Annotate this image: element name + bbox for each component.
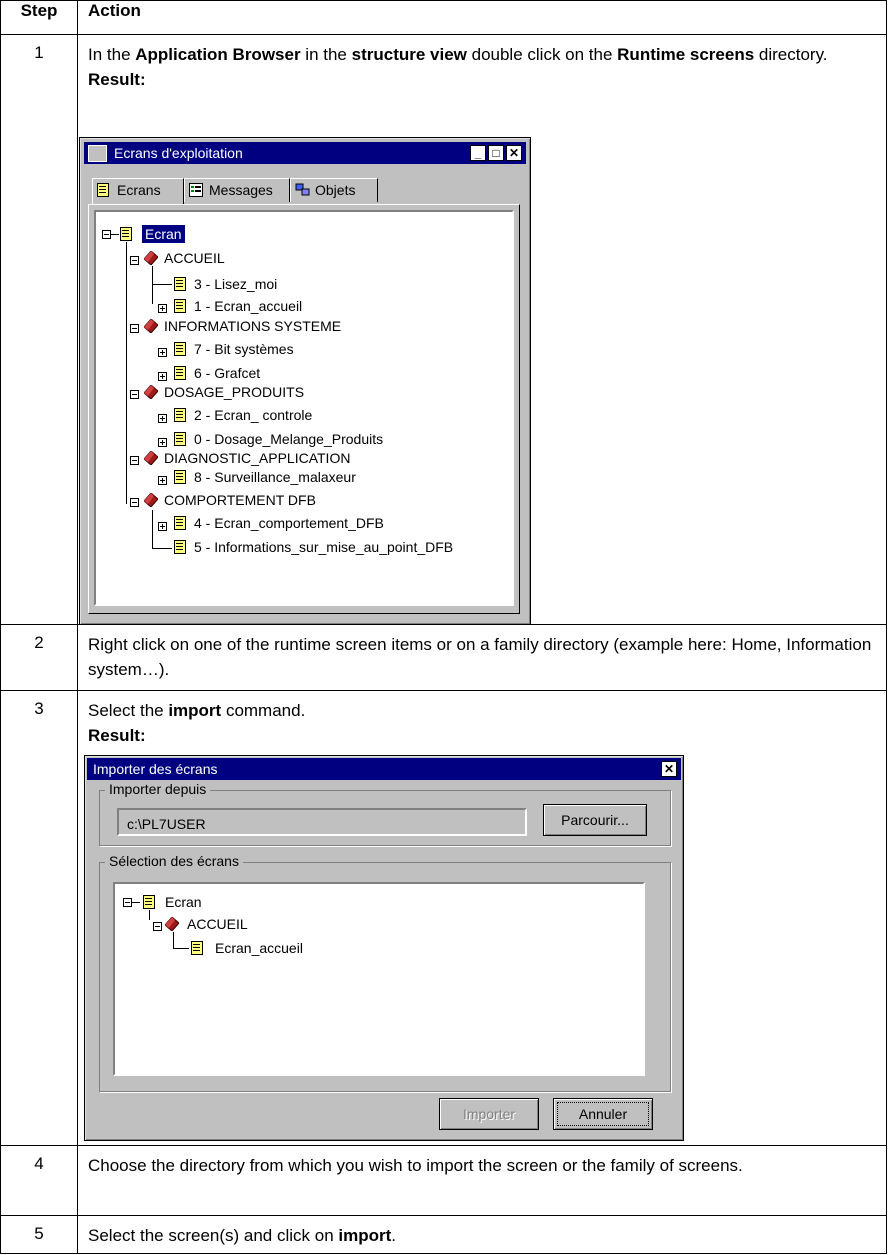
page-icon: [174, 540, 186, 554]
collapse-icon[interactable]: [130, 390, 139, 399]
family-diagnostic-application[interactable]: DIAGNOSTIC_APPLICATION: [164, 449, 350, 467]
page-icon: [174, 408, 186, 422]
import-screens-dialog: Importer des écrans ✕ Importer depuis c:…: [84, 755, 684, 1141]
action-header: Action: [77, 0, 887, 35]
step-number: 5: [0, 1215, 78, 1254]
screen-item[interactable]: 7 - Bit systèmes: [194, 340, 294, 358]
screen-item[interactable]: 4 - Ecran_comportement_DFB: [194, 514, 384, 532]
tree-root[interactable]: Ecran: [142, 225, 185, 243]
expand-icon[interactable]: [158, 304, 167, 313]
path-field[interactable]: c:\PL7USER: [117, 808, 527, 836]
book-icon: [144, 385, 158, 399]
window-title: Ecrans d'exploitation: [114, 145, 243, 161]
screen-item[interactable]: 0 - Dosage_Melange_Produits: [194, 430, 383, 448]
step-number: 4: [0, 1145, 78, 1216]
minimize-button[interactable]: _: [470, 145, 486, 161]
book-icon: [165, 917, 179, 931]
collapse-icon[interactable]: [130, 498, 139, 507]
screen-item[interactable]: 8 - Surveillance_malaxeur: [194, 468, 356, 486]
collapse-icon[interactable]: [123, 898, 132, 907]
dialog-titlebar: Importer des écrans ✕: [87, 758, 681, 780]
screen-item[interactable]: Ecran_accueil: [215, 939, 303, 957]
family-comportement-dfb[interactable]: COMPORTEMENT DFB: [164, 491, 316, 509]
tab-ecrans[interactable]: Ecrans: [92, 178, 184, 204]
screens-tree[interactable]: Ecran ACCUEIL 3 - Lisez_moi 1 - Ecran_ac…: [94, 210, 514, 606]
selection-tree[interactable]: Ecran ACCUEIL Ecran_accueil: [113, 882, 645, 1076]
step-5-text: Select the screen(s) and click on import…: [88, 1226, 397, 1245]
screens-icon: [97, 183, 109, 197]
family-accueil[interactable]: ACCUEIL: [187, 915, 248, 933]
family-accueil[interactable]: ACCUEIL: [164, 249, 225, 267]
book-icon: [144, 319, 158, 333]
runtime-screens-window: Ecrans d'exploitation _ □ ✕ Ecrans Messa…: [79, 137, 531, 625]
step-number: 3: [0, 690, 78, 1146]
page-icon: [174, 366, 186, 380]
collapse-icon[interactable]: [130, 456, 139, 465]
family-informations-systeme[interactable]: INFORMATIONS SYSTEME: [164, 317, 341, 335]
steps-table: Step Action 1 In the Application Browser…: [0, 0, 887, 1254]
screen-item[interactable]: 1 - Ecran_accueil: [194, 297, 302, 315]
close-button[interactable]: ✕: [506, 145, 522, 161]
step-1-text: In the Application Browser in the struct…: [88, 45, 828, 89]
expand-icon[interactable]: [158, 372, 167, 381]
screen-folder-icon: [120, 227, 132, 241]
page-icon: [174, 432, 186, 446]
collapse-icon[interactable]: [153, 922, 162, 931]
expand-icon[interactable]: [158, 522, 167, 531]
tree-root[interactable]: Ecran: [165, 893, 202, 911]
page-icon: [174, 516, 186, 530]
screen-folder-icon: [143, 895, 155, 909]
expand-icon[interactable]: [158, 476, 167, 485]
close-button[interactable]: ✕: [661, 761, 677, 777]
book-icon: [144, 451, 158, 465]
selection-label: Sélection des écrans: [105, 853, 243, 869]
collapse-icon[interactable]: [130, 256, 139, 265]
step-3-text: Select the import command. Result:: [88, 701, 306, 745]
result-label: Result:: [88, 726, 146, 745]
step-2-text: Right click on one of the runtime screen…: [88, 635, 872, 679]
system-menu-icon[interactable]: [88, 145, 107, 162]
family-dosage-produits[interactable]: DOSAGE_PRODUITS: [164, 383, 304, 401]
messages-icon: [189, 183, 203, 197]
expand-icon[interactable]: [158, 414, 167, 423]
book-icon: [144, 251, 158, 265]
step-4-text: Choose the directory from which you wish…: [88, 1156, 743, 1175]
objects-icon: [295, 183, 310, 196]
dialog-title: Importer des écrans: [93, 761, 218, 777]
screen-item[interactable]: 5 - Informations_sur_mise_au_point_DFB: [194, 538, 453, 556]
collapse-icon[interactable]: [130, 324, 139, 333]
page-icon: [174, 470, 186, 484]
expand-icon[interactable]: [158, 348, 167, 357]
import-button[interactable]: Importer: [439, 1098, 539, 1130]
import-from-label: Importer depuis: [105, 781, 211, 797]
page-icon: [174, 277, 186, 291]
collapse-icon[interactable]: [102, 230, 111, 239]
page-icon: [174, 299, 186, 313]
tab-messages[interactable]: Messages: [184, 178, 290, 202]
page-icon: [174, 342, 186, 356]
screen-item[interactable]: 3 - Lisez_moi: [194, 275, 277, 293]
screen-item[interactable]: 6 - Grafcet: [194, 364, 260, 382]
browse-button[interactable]: Parcourir...: [543, 804, 647, 836]
page-icon: [191, 941, 203, 955]
cancel-button[interactable]: Annuler: [553, 1098, 653, 1130]
window-titlebar: Ecrans d'exploitation _ □ ✕: [84, 142, 526, 164]
step-number: 1: [0, 34, 78, 625]
result-label: Result:: [88, 70, 146, 89]
book-icon: [144, 493, 158, 507]
step-header: Step: [0, 0, 78, 35]
screen-item[interactable]: 2 - Ecran_ controle: [194, 406, 312, 424]
expand-icon[interactable]: [158, 438, 167, 447]
step-number: 2: [0, 624, 78, 691]
maximize-button[interactable]: □: [488, 145, 504, 161]
tab-objets[interactable]: Objets: [290, 178, 378, 202]
